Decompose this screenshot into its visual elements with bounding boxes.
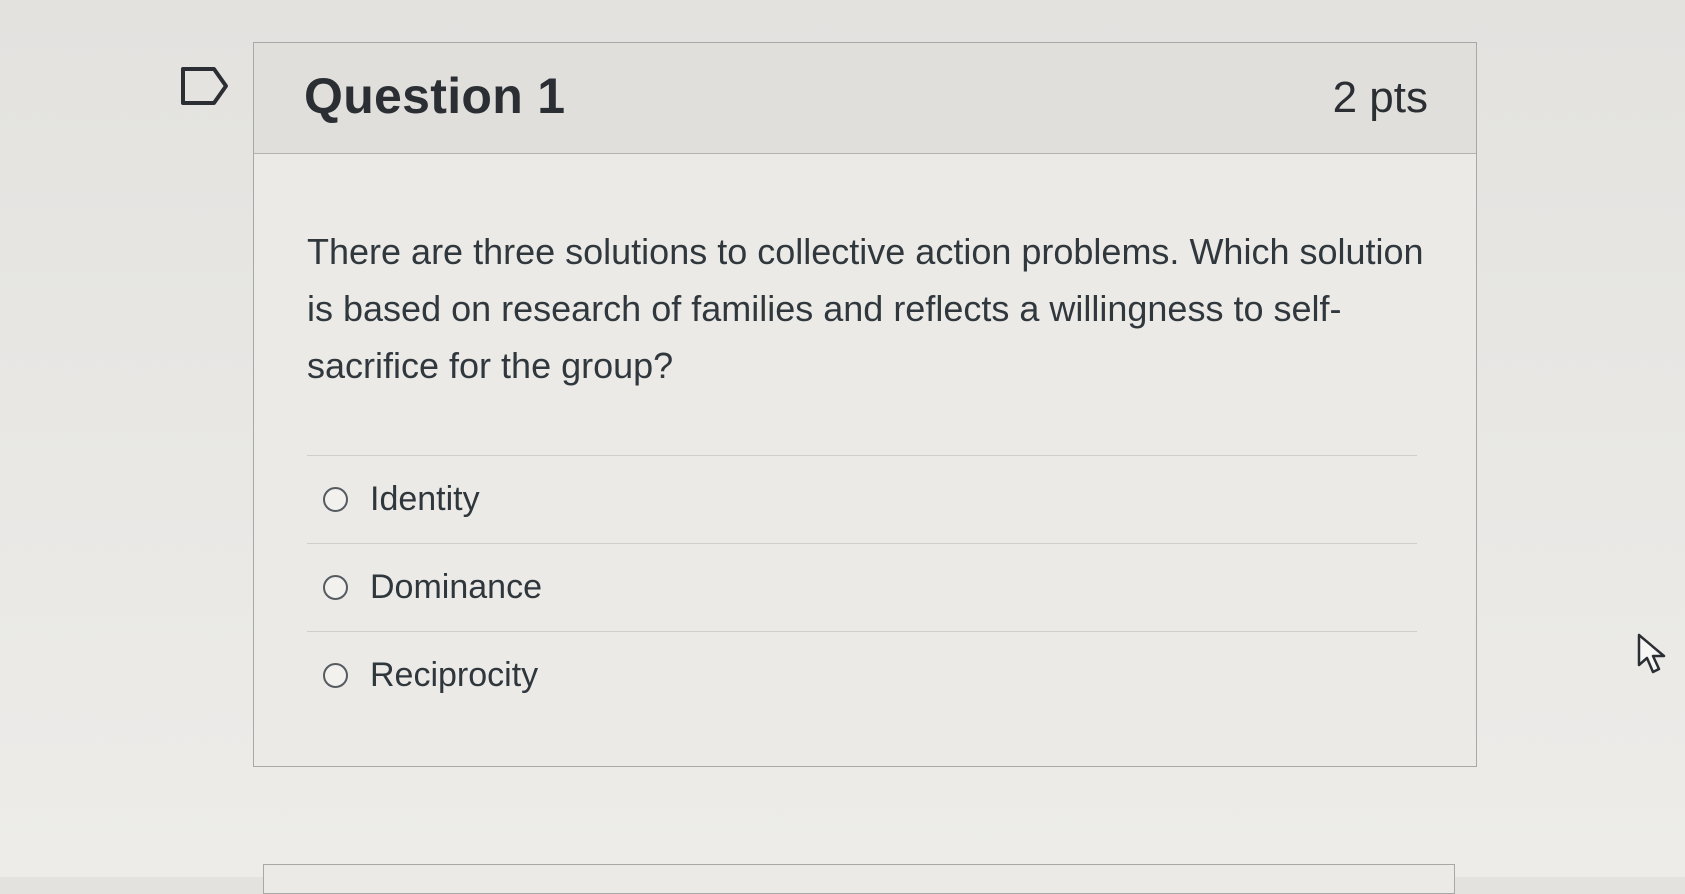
next-question-card	[263, 864, 1455, 894]
question-points: 2 pts	[1332, 73, 1428, 122]
radio-button-icon[interactable]	[323, 487, 348, 512]
flag-question-icon[interactable]	[180, 66, 230, 106]
radio-button-icon[interactable]	[323, 575, 348, 600]
question-title: Question 1	[304, 68, 566, 124]
answer-option-identity[interactable]: Identity	[307, 455, 1417, 543]
question-card: Question 1 2 pts There are three solutio…	[253, 42, 1477, 767]
answer-label[interactable]: Identity	[370, 480, 480, 519]
question-text: There are three solutions to collective …	[307, 231, 1424, 386]
answer-option-dominance[interactable]: Dominance	[307, 543, 1417, 631]
answer-label[interactable]: Reciprocity	[370, 656, 538, 695]
answer-list: Identity Dominance Reciprocity	[307, 455, 1417, 719]
question-header: Question 1 2 pts	[254, 43, 1476, 154]
answer-option-reciprocity[interactable]: Reciprocity	[307, 631, 1417, 719]
radio-button-icon[interactable]	[323, 663, 348, 688]
mouse-pointer-icon	[1637, 633, 1666, 674]
answer-label[interactable]: Dominance	[370, 568, 542, 607]
